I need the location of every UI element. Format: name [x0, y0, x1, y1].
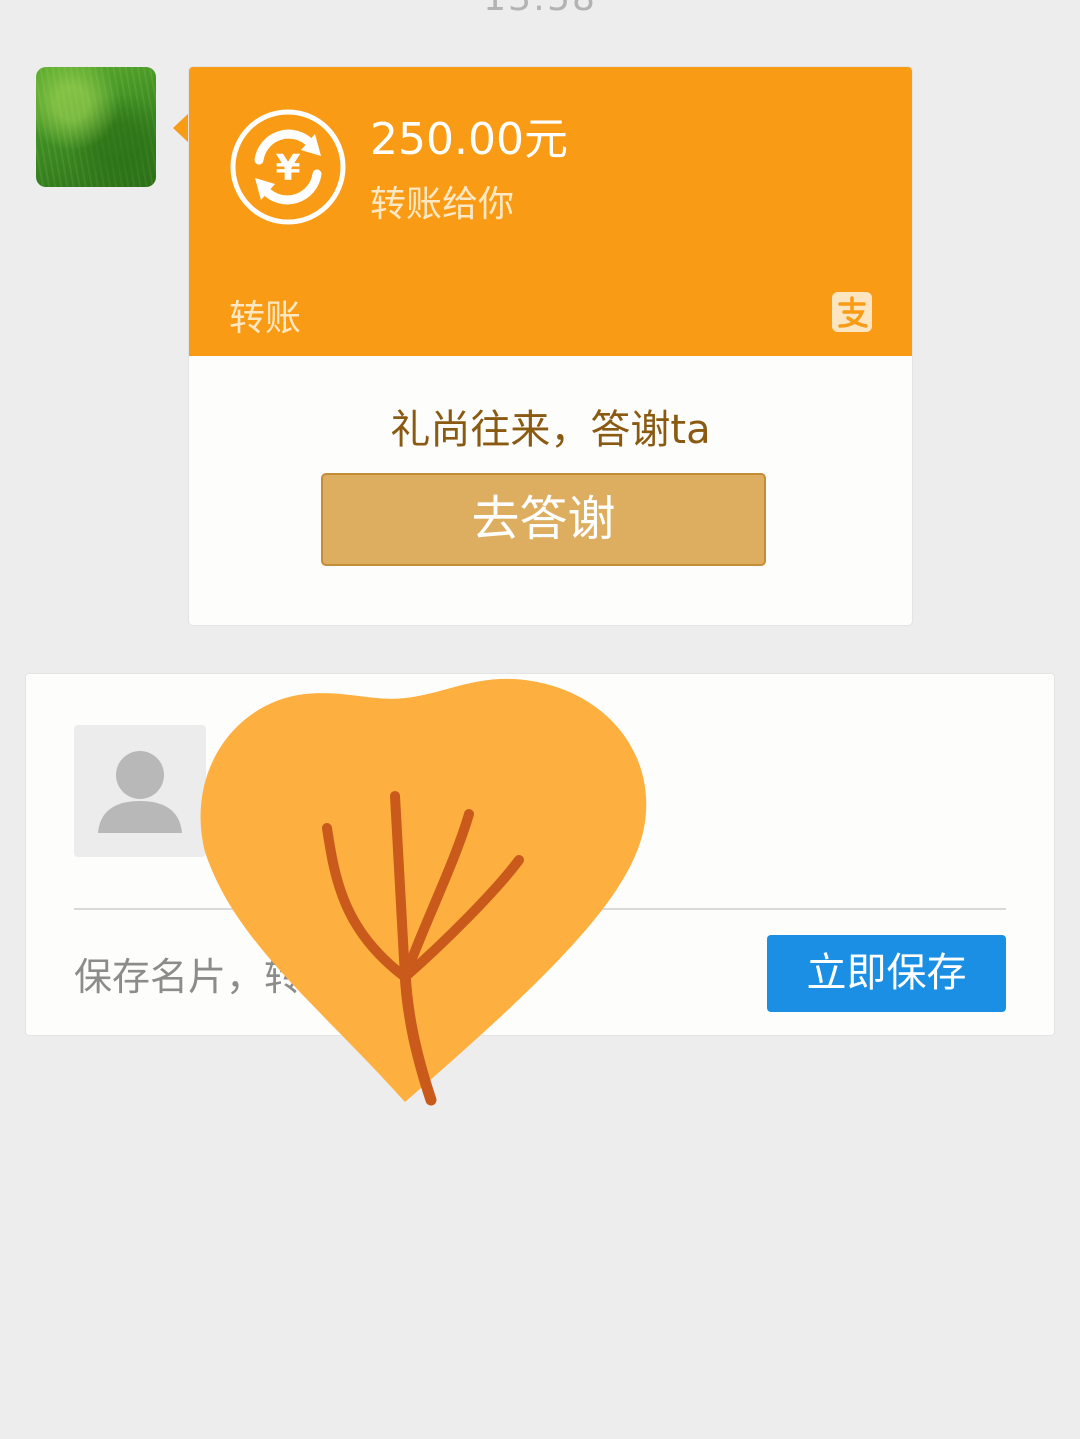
contact-card-panel: 保存名片，转账更方便 立即保存: [25, 673, 1055, 1036]
message-timestamp: 13:58: [0, 0, 1080, 19]
alipay-icon: [832, 292, 872, 332]
bubble-tail: [173, 112, 190, 144]
thanks-button[interactable]: 去答谢: [321, 473, 766, 566]
transfer-card[interactable]: ¥ 250.00元 转账给你 转账 礼尚往来，答谢ta 去答谢: [189, 67, 912, 625]
transfer-amount: 250.00元: [370, 114, 568, 165]
sender-avatar[interactable]: [36, 67, 156, 187]
svg-text:¥: ¥: [275, 148, 300, 189]
save-contact-button[interactable]: 立即保存: [767, 935, 1006, 1012]
save-contact-hint: 保存名片，转账更方便: [74, 955, 455, 999]
transfer-card-header[interactable]: ¥ 250.00元 转账给你 转账: [189, 67, 912, 356]
transfer-type-label: 转账: [229, 298, 302, 339]
coin-transfer-icon: ¥: [230, 109, 346, 225]
divider: [74, 908, 1006, 910]
thanks-prompt: 礼尚往来，答谢ta: [390, 407, 711, 453]
transfer-description: 转账给你: [370, 184, 515, 225]
default-avatar-icon: [74, 725, 206, 857]
